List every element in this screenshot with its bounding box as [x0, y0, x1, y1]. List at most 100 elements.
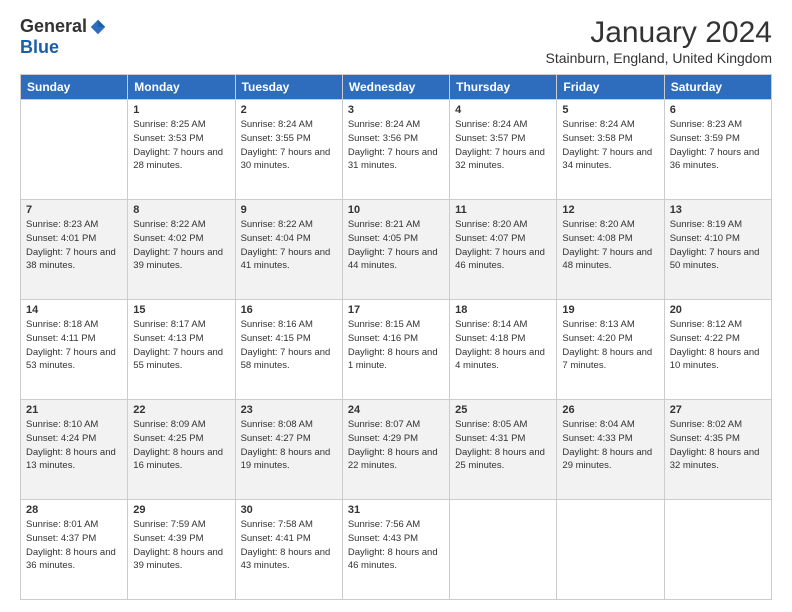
calendar-cell: 11 Sunrise: 8:20 AMSunset: 4:07 PMDayligh… — [450, 200, 557, 300]
day-number: 11 — [455, 204, 551, 216]
day-number: 14 — [26, 304, 122, 316]
day-info: Sunrise: 8:15 AMSunset: 4:16 PMDaylight:… — [348, 318, 444, 373]
day-info: Sunrise: 8:08 AMSunset: 4:27 PMDaylight:… — [241, 418, 337, 473]
calendar-body: 1Sunrise: 8:25 AMSunset: 3:53 PMDaylight… — [21, 100, 772, 600]
calendar-cell: 20 Sunrise: 8:12 AMSunset: 4:22 PMDayligh… — [664, 300, 771, 400]
day-info: Sunrise: 8:20 AMSunset: 4:07 PMDaylight:… — [455, 218, 551, 273]
day-info: Sunrise: 8:23 AMSunset: 4:01 PMDaylight:… — [26, 218, 122, 273]
calendar-cell: 29Sunrise: 7:59 AMSunset: 4:39 PMDayligh… — [128, 500, 235, 600]
calendar-cell: 2 Sunrise: 8:24 AMSunset: 3:55 PMDaylight… — [235, 100, 342, 200]
calendar-cell: 13 Sunrise: 8:19 AMSunset: 4:10 PMDayligh… — [664, 200, 771, 300]
calendar-cell: 6 Sunrise: 8:23 AMSunset: 3:59 PMDaylight… — [664, 100, 771, 200]
calendar-cell: 21 Sunrise: 8:10 AMSunset: 4:24 PMDayligh… — [21, 400, 128, 500]
day-info: Sunrise: 8:07 AMSunset: 4:29 PMDaylight:… — [348, 418, 444, 473]
calendar-week-row: 7 Sunrise: 8:23 AMSunset: 4:01 PMDaylight… — [21, 200, 772, 300]
day-info: Sunrise: 8:05 AMSunset: 4:31 PMDaylight:… — [455, 418, 551, 473]
day-info: Sunrise: 8:09 AMSunset: 4:25 PMDaylight:… — [133, 418, 229, 473]
day-number: 19 — [562, 304, 658, 316]
calendar-cell: 31 Sunrise: 7:56 AMSunset: 4:43 PMDayligh… — [342, 500, 449, 600]
day-number: 2 — [241, 104, 337, 116]
calendar-header-row: SundayMondayTuesdayWednesdayThursdayFrid… — [21, 75, 772, 100]
calendar-cell: 16 Sunrise: 8:16 AMSunset: 4:15 PMDayligh… — [235, 300, 342, 400]
calendar-cell: 8Sunrise: 8:22 AMSunset: 4:02 PMDaylight… — [128, 200, 235, 300]
day-number: 17 — [348, 304, 444, 316]
calendar-week-row: 14 Sunrise: 8:18 AMSunset: 4:11 PMDayligh… — [21, 300, 772, 400]
day-number: 18 — [455, 304, 551, 316]
logo: General Blue — [20, 16, 107, 58]
day-info: Sunrise: 8:02 AMSunset: 4:35 PMDaylight:… — [670, 418, 766, 473]
day-info: Sunrise: 8:16 AMSunset: 4:15 PMDaylight:… — [241, 318, 337, 373]
calendar-header-cell: Saturday — [664, 75, 771, 100]
calendar-header-cell: Wednesday — [342, 75, 449, 100]
day-number: 22 — [133, 404, 229, 416]
day-number: 23 — [241, 404, 337, 416]
day-number: 27 — [670, 404, 766, 416]
calendar-cell — [664, 500, 771, 600]
calendar-cell: 26Sunrise: 8:04 AMSunset: 4:33 PMDayligh… — [557, 400, 664, 500]
day-number: 31 — [348, 504, 444, 516]
day-number: 15 — [133, 304, 229, 316]
day-number: 21 — [26, 404, 122, 416]
day-number: 16 — [241, 304, 337, 316]
calendar-cell: 23 Sunrise: 8:08 AMSunset: 4:27 PMDayligh… — [235, 400, 342, 500]
day-info: Sunrise: 8:10 AMSunset: 4:24 PMDaylight:… — [26, 418, 122, 473]
day-info: Sunrise: 8:01 AMSunset: 4:37 PMDaylight:… — [26, 518, 122, 573]
calendar-cell: 22 Sunrise: 8:09 AMSunset: 4:25 PMDayligh… — [128, 400, 235, 500]
day-info: Sunrise: 8:13 AMSunset: 4:20 PMDaylight:… — [562, 318, 658, 373]
calendar-cell: 25 Sunrise: 8:05 AMSunset: 4:31 PMDayligh… — [450, 400, 557, 500]
calendar-cell: 15 Sunrise: 8:17 AMSunset: 4:13 PMDayligh… — [128, 300, 235, 400]
calendar-header-cell: Friday — [557, 75, 664, 100]
day-info: Sunrise: 8:25 AMSunset: 3:53 PMDaylight:… — [133, 118, 229, 173]
day-number: 29 — [133, 504, 229, 516]
calendar-cell: 30 Sunrise: 7:58 AMSunset: 4:41 PMDayligh… — [235, 500, 342, 600]
day-info: Sunrise: 8:21 AMSunset: 4:05 PMDaylight:… — [348, 218, 444, 273]
calendar-cell: 10Sunrise: 8:21 AMSunset: 4:05 PMDayligh… — [342, 200, 449, 300]
title-block: January 2024 Stainburn, England, United … — [546, 16, 772, 66]
day-number: 6 — [670, 104, 766, 116]
day-info: Sunrise: 8:23 AMSunset: 3:59 PMDaylight:… — [670, 118, 766, 173]
calendar-cell: 27 Sunrise: 8:02 AMSunset: 4:35 PMDayligh… — [664, 400, 771, 500]
day-number: 7 — [26, 204, 122, 216]
calendar-cell: 17 Sunrise: 8:15 AMSunset: 4:16 PMDayligh… — [342, 300, 449, 400]
day-number: 30 — [241, 504, 337, 516]
day-info: Sunrise: 8:04 AMSunset: 4:33 PMDaylight:… — [562, 418, 658, 473]
calendar-subtitle: Stainburn, England, United Kingdom — [546, 50, 772, 66]
day-info: Sunrise: 8:17 AMSunset: 4:13 PMDaylight:… — [133, 318, 229, 373]
day-info: Sunrise: 8:12 AMSunset: 4:22 PMDaylight:… — [670, 318, 766, 373]
day-info: Sunrise: 8:24 AMSunset: 3:58 PMDaylight:… — [562, 118, 658, 173]
calendar-cell: 3 Sunrise: 8:24 AMSunset: 3:56 PMDaylight… — [342, 100, 449, 200]
day-info: Sunrise: 8:18 AMSunset: 4:11 PMDaylight:… — [26, 318, 122, 373]
calendar-title: January 2024 — [546, 16, 772, 50]
day-number: 12 — [562, 204, 658, 216]
day-number: 25 — [455, 404, 551, 416]
day-info: Sunrise: 8:22 AMSunset: 4:04 PMDaylight:… — [241, 218, 337, 273]
calendar-cell: 4 Sunrise: 8:24 AMSunset: 3:57 PMDaylight… — [450, 100, 557, 200]
logo-icon — [89, 18, 107, 36]
header: General Blue January 2024 Stainburn, Eng… — [20, 16, 772, 66]
day-number: 9 — [241, 204, 337, 216]
calendar-header-cell: Tuesday — [235, 75, 342, 100]
day-info: Sunrise: 8:19 AMSunset: 4:10 PMDaylight:… — [670, 218, 766, 273]
calendar-header-cell: Monday — [128, 75, 235, 100]
calendar-week-row: 28Sunrise: 8:01 AMSunset: 4:37 PMDayligh… — [21, 500, 772, 600]
day-number: 13 — [670, 204, 766, 216]
calendar-cell: 28Sunrise: 8:01 AMSunset: 4:37 PMDayligh… — [21, 500, 128, 600]
calendar-table: SundayMondayTuesdayWednesdayThursdayFrid… — [20, 74, 772, 600]
calendar-cell — [450, 500, 557, 600]
day-number: 4 — [455, 104, 551, 116]
calendar-cell: 5Sunrise: 8:24 AMSunset: 3:58 PMDaylight… — [557, 100, 664, 200]
day-info: Sunrise: 8:24 AMSunset: 3:56 PMDaylight:… — [348, 118, 444, 173]
calendar-cell — [557, 500, 664, 600]
day-info: Sunrise: 7:56 AMSunset: 4:43 PMDaylight:… — [348, 518, 444, 573]
day-number: 20 — [670, 304, 766, 316]
day-info: Sunrise: 8:22 AMSunset: 4:02 PMDaylight:… — [133, 218, 229, 273]
day-info: Sunrise: 7:58 AMSunset: 4:41 PMDaylight:… — [241, 518, 337, 573]
day-info: Sunrise: 8:20 AMSunset: 4:08 PMDaylight:… — [562, 218, 658, 273]
calendar-week-row: 1Sunrise: 8:25 AMSunset: 3:53 PMDaylight… — [21, 100, 772, 200]
day-info: Sunrise: 8:24 AMSunset: 3:55 PMDaylight:… — [241, 118, 337, 173]
calendar-cell: 12 Sunrise: 8:20 AMSunset: 4:08 PMDayligh… — [557, 200, 664, 300]
logo-general-text: General — [20, 16, 87, 37]
calendar-cell: 7 Sunrise: 8:23 AMSunset: 4:01 PMDaylight… — [21, 200, 128, 300]
day-info: Sunrise: 8:24 AMSunset: 3:57 PMDaylight:… — [455, 118, 551, 173]
day-number: 3 — [348, 104, 444, 116]
